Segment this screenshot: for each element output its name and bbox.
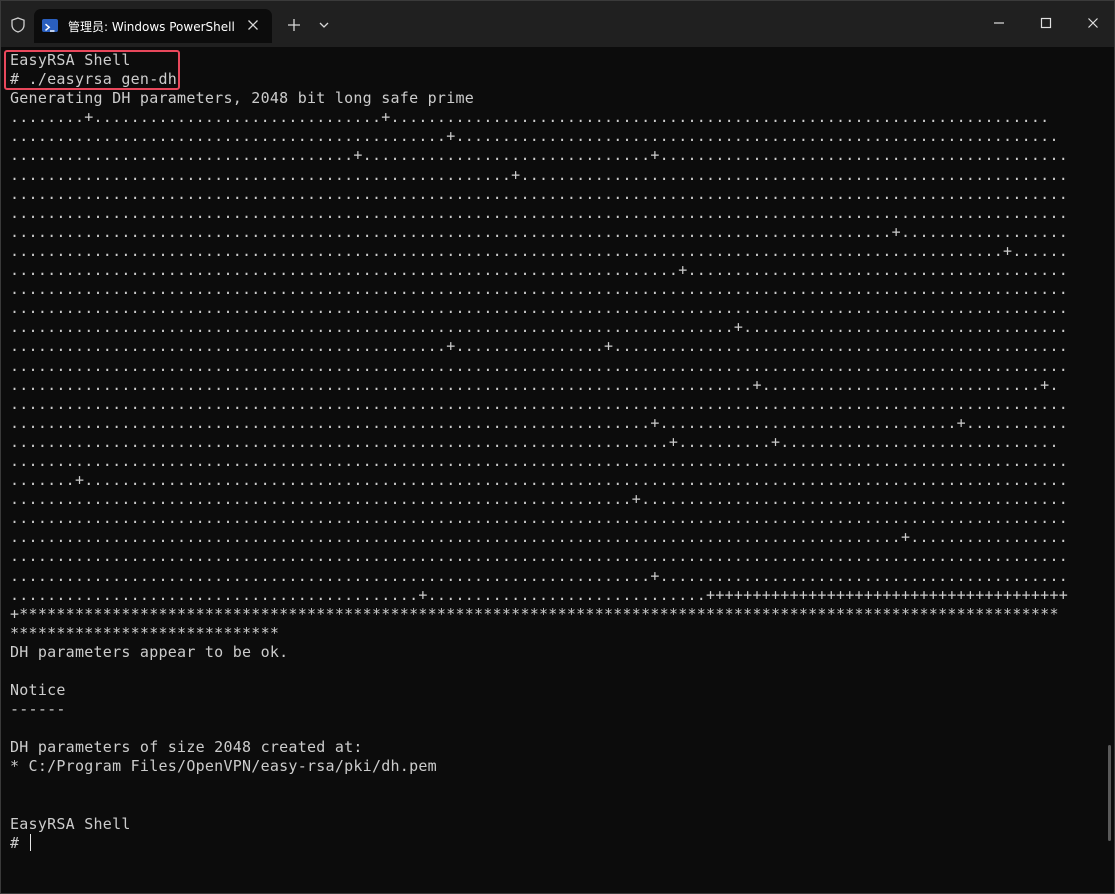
terminal-line: ........................................… (10, 451, 1069, 470)
plus-icon[interactable] (284, 15, 304, 35)
terminal-line: ........................................… (10, 261, 1069, 280)
terminal-line: ........................................… (10, 432, 1059, 451)
terminal-line: ........................................… (10, 184, 1069, 203)
terminal-window: 管理员: Windows PowerShell EasyRSA Shell # .… (0, 0, 1115, 894)
terminal-line: ------ (10, 700, 66, 719)
powershell-icon (42, 19, 58, 32)
terminal-line: ........................................… (10, 566, 1069, 585)
terminal-line: ........................................… (10, 509, 1069, 528)
terminal-output[interactable]: EasyRSA Shell # ./easyrsa gen-dh Generatin… (1, 47, 1114, 893)
terminal-line: ........................................… (10, 337, 1069, 356)
shield-icon (11, 17, 25, 33)
terminal-line: DH parameters of size 2048 created at: (10, 738, 363, 757)
title-bar[interactable]: 管理员: Windows PowerShell (1, 1, 1114, 47)
chevron-down-icon[interactable] (314, 15, 334, 35)
terminal-line: +***************************************… (10, 604, 1059, 623)
terminal-line: ........................................… (10, 280, 1069, 299)
terminal-line: ***************************** (10, 623, 280, 642)
terminal-line: ........................................… (10, 127, 1059, 146)
terminal-line: EasyRSA Shell (10, 814, 131, 833)
terminal-line: ........................................… (10, 318, 1069, 337)
terminal-line: Notice (10, 681, 66, 700)
terminal-line: ........................................… (10, 222, 1069, 241)
terminal-line: ........................................… (10, 165, 1069, 184)
close-icon[interactable] (1081, 11, 1105, 35)
terminal-line: DH parameters appear to be ok. (10, 642, 289, 661)
tab-powershell[interactable]: 管理员: Windows PowerShell (34, 9, 272, 43)
minimize-icon[interactable] (987, 11, 1011, 35)
terminal-line: ........+...............................… (10, 108, 1050, 127)
tab-title: 管理员: Windows PowerShell (68, 20, 235, 34)
terminal-text: EasyRSA Shell # ./easyrsa gen-dh Generatin… (10, 51, 1068, 853)
terminal-line: ........................................… (10, 528, 1069, 547)
terminal-line: ........................................… (10, 585, 1069, 604)
terminal-line: ........................................… (10, 547, 1069, 566)
terminal-line: ........................................… (10, 490, 1069, 509)
text-cursor (29, 833, 31, 851)
maximize-icon[interactable] (1034, 11, 1058, 35)
terminal-line: ........................................… (10, 375, 1059, 394)
terminal-line: .......+................................… (10, 471, 1069, 490)
terminal-line: ........................................… (10, 203, 1069, 222)
terminal-line: .....................................+..… (10, 146, 1069, 165)
terminal-line: EasyRSA Shell (10, 51, 131, 69)
terminal-line: ........................................… (10, 413, 1069, 432)
terminal-line: ........................................… (10, 299, 1069, 318)
terminal-line: ........................................… (10, 241, 1069, 260)
terminal-line: ........................................… (10, 394, 1069, 413)
close-icon[interactable] (244, 16, 262, 34)
terminal-line: Generating DH parameters, 2048 bit long … (10, 89, 475, 108)
terminal-line: ........................................… (10, 356, 1069, 375)
terminal-line: # ./easyrsa gen-dh (10, 70, 178, 89)
scrollbar[interactable] (1108, 745, 1111, 841)
terminal-line: * C:/Program Files/OpenVPN/easy-rsa/pki/… (10, 757, 437, 776)
terminal-line: # (10, 833, 31, 852)
